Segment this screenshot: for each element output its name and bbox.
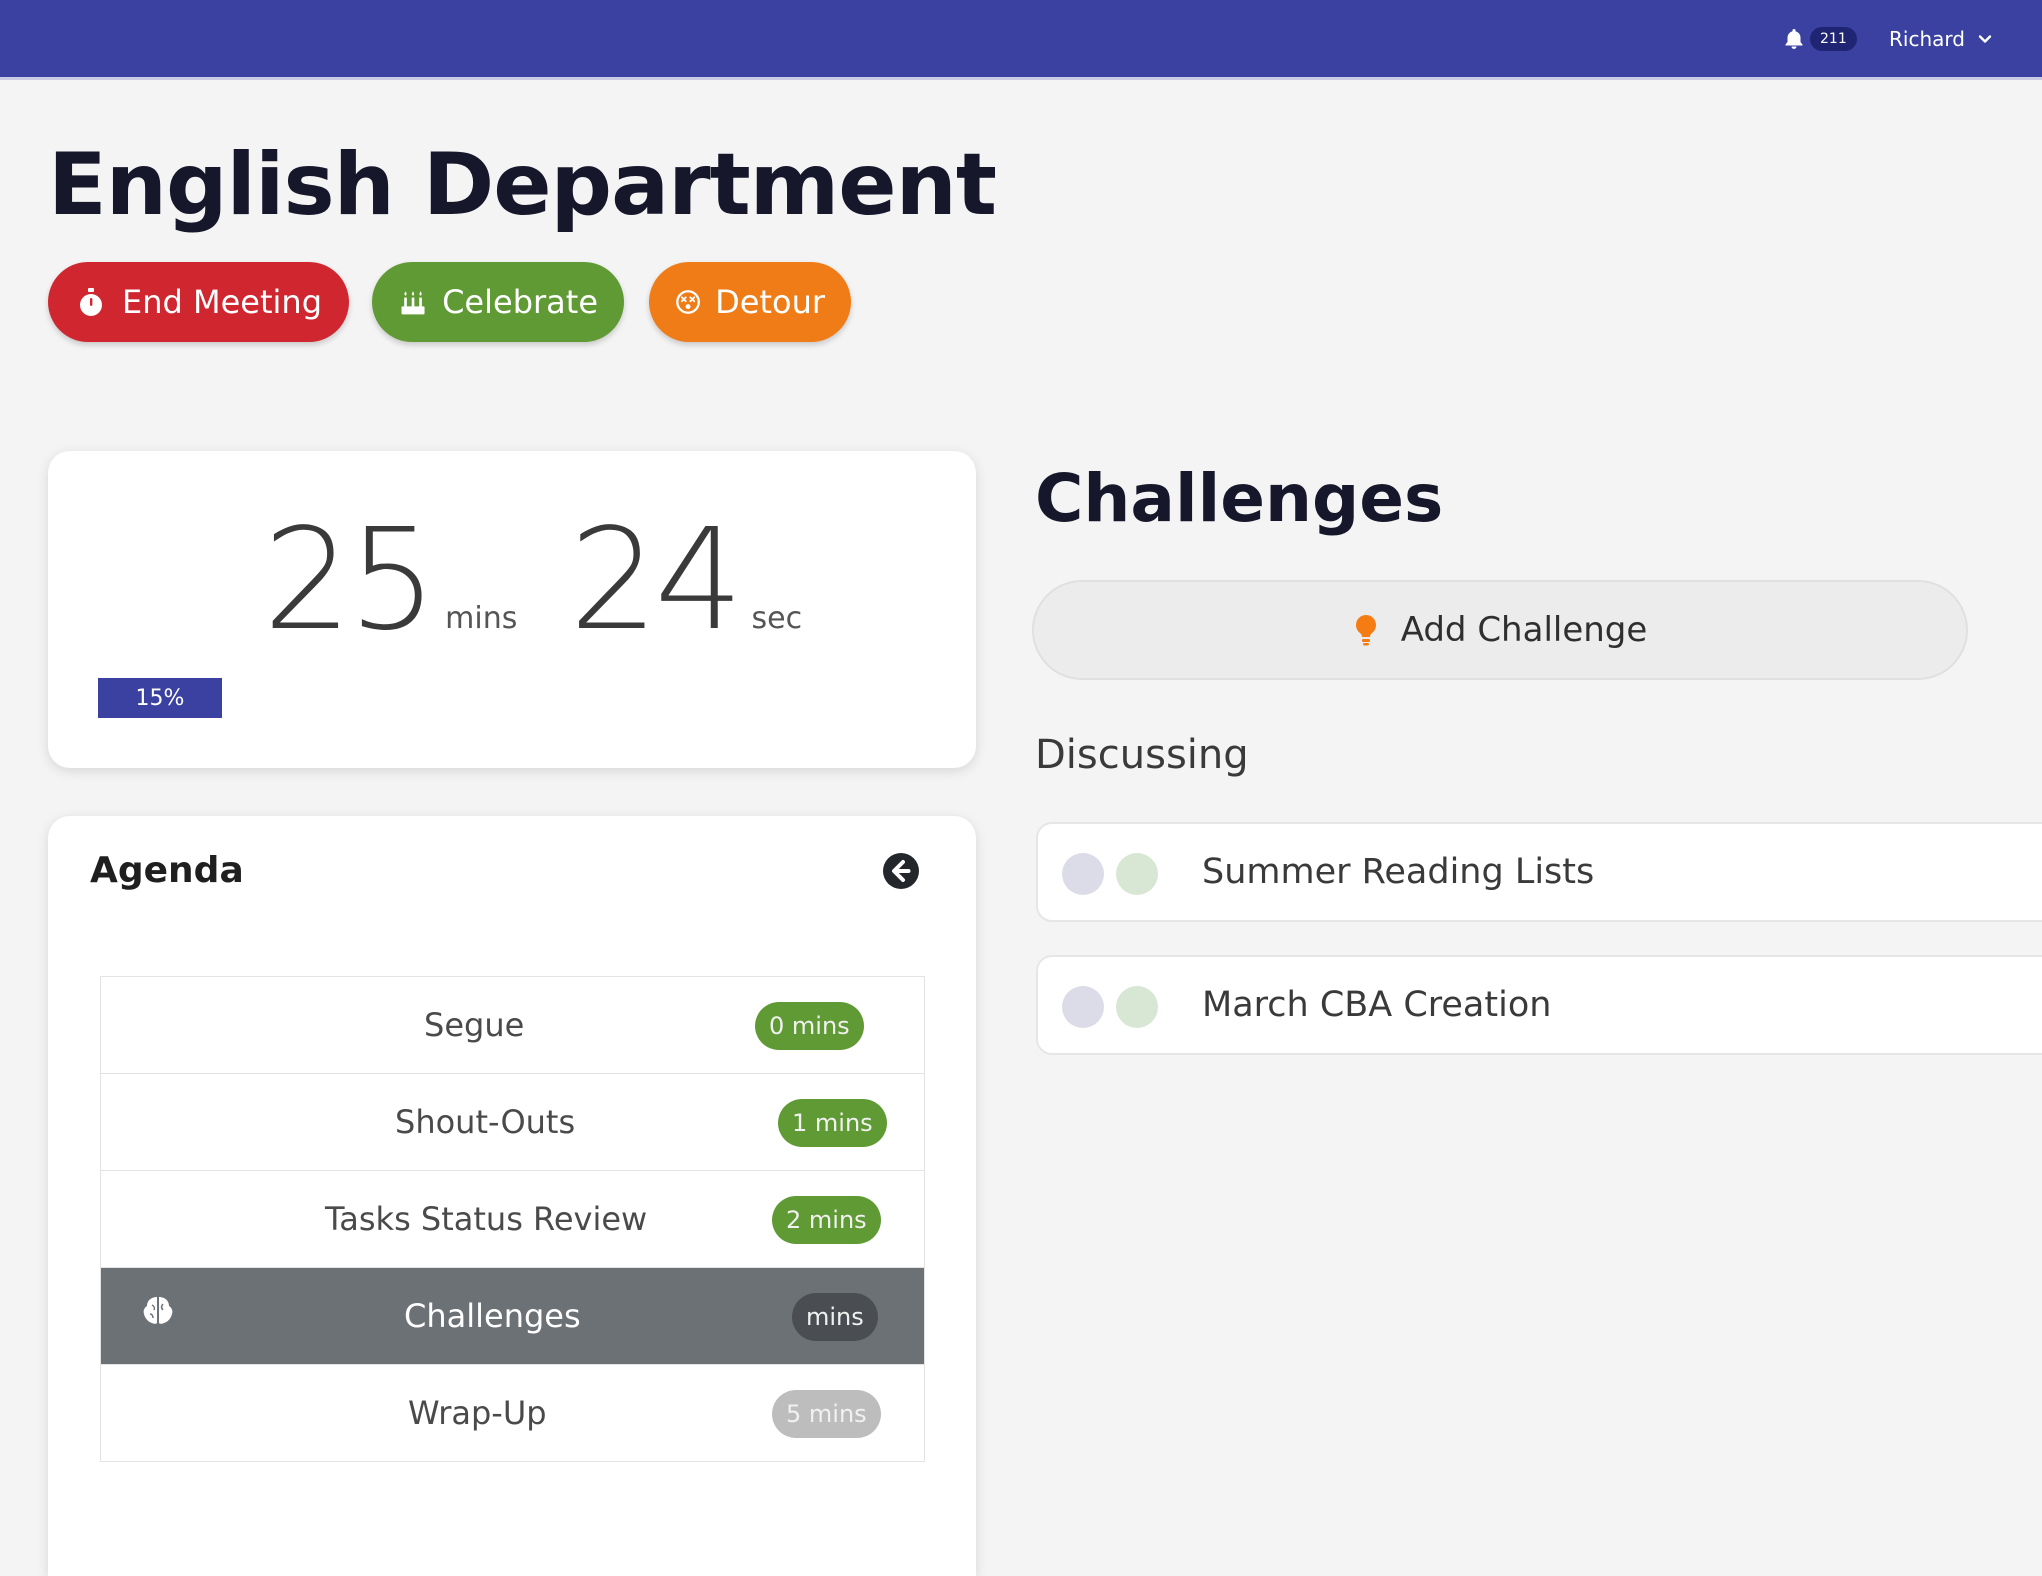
user-name: Richard xyxy=(1889,27,1965,51)
agenda-item-segue[interactable]: Segue 0 mins xyxy=(101,977,924,1074)
end-meeting-button[interactable]: End Meeting xyxy=(48,262,349,342)
agenda-item-tasks-status-review[interactable]: Tasks Status Review 2 mins xyxy=(101,1171,924,1268)
duration-badge: 5 mins xyxy=(772,1390,881,1438)
chevron-down-icon xyxy=(1978,35,1992,43)
notification-count-badge: 211 xyxy=(1810,27,1857,51)
agenda-item-label: Segue xyxy=(424,1006,525,1044)
agenda-item-shout-outs[interactable]: Shout-Outs 1 mins xyxy=(101,1074,924,1171)
agenda-item-wrap-up[interactable]: Wrap-Up 5 mins xyxy=(101,1365,924,1462)
detour-button[interactable]: Detour xyxy=(649,262,851,342)
status-dot xyxy=(1116,853,1158,895)
arrow-left-circle-icon[interactable] xyxy=(882,852,920,890)
duration-badge: mins xyxy=(792,1293,878,1341)
discussing-heading: Discussing xyxy=(1035,732,1249,778)
agenda-item-label: Challenges xyxy=(404,1297,581,1335)
progress-label: 15% xyxy=(135,685,185,711)
user-menu[interactable]: Richard xyxy=(1889,20,1993,58)
add-challenge-label: Add Challenge xyxy=(1400,610,1648,650)
status-dot xyxy=(1062,986,1104,1028)
meeting-timer: 25 mins 24 sec xyxy=(263,511,854,651)
timer-minutes-unit: mins xyxy=(445,601,518,636)
celebrate-button[interactable]: Celebrate xyxy=(372,262,624,342)
duration-badge: 1 mins xyxy=(778,1099,887,1147)
status-dot xyxy=(1062,853,1104,895)
timer-seconds-unit: sec xyxy=(751,601,803,636)
challenge-item-label: March CBA Creation xyxy=(1202,985,1552,1025)
challenges-title: Challenges xyxy=(1035,460,1444,537)
dizzy-face-icon xyxy=(676,290,700,314)
celebrate-label: Celebrate xyxy=(442,283,598,321)
challenge-item[interactable]: March CBA Creation xyxy=(1036,955,2042,1055)
agenda-item-label: Wrap-Up xyxy=(408,1394,547,1432)
challenge-item-label: Summer Reading Lists xyxy=(1202,852,1595,892)
end-meeting-label: End Meeting xyxy=(122,283,322,321)
timer-minutes: 25 xyxy=(263,499,437,662)
agenda-item-challenges[interactable]: Challenges mins xyxy=(101,1268,924,1365)
status-dot xyxy=(1116,986,1158,1028)
duration-badge: 0 mins xyxy=(755,1002,864,1050)
brain-icon xyxy=(143,1297,173,1324)
notifications-button[interactable]: 211 xyxy=(1782,20,1857,58)
agenda-panel: Agenda Segue 0 mins Shout-Outs 1 mins Ta… xyxy=(48,816,976,1576)
add-challenge-button[interactable]: Add Challenge xyxy=(1032,580,1968,680)
agenda-title: Agenda xyxy=(90,850,244,891)
agenda-item-label: Shout-Outs xyxy=(395,1103,576,1141)
timer-seconds: 24 xyxy=(569,499,743,662)
meeting-timer-card: 25 mins 24 sec 15% xyxy=(48,451,976,768)
bell-icon xyxy=(1785,29,1803,49)
agenda-item-label: Tasks Status Review xyxy=(325,1200,648,1238)
duration-badge: 2 mins xyxy=(772,1196,881,1244)
stopwatch-icon xyxy=(80,288,102,316)
agenda-list: Segue 0 mins Shout-Outs 1 mins Tasks Sta… xyxy=(100,976,925,1462)
detour-label: Detour xyxy=(715,283,825,321)
top-navigation-bar: 211 Richard xyxy=(0,0,2042,80)
page-title: English Department xyxy=(48,135,997,235)
challenge-item[interactable]: Summer Reading Lists xyxy=(1036,822,2042,922)
birthday-cake-icon xyxy=(401,291,425,315)
meeting-progress-bar: 15% xyxy=(98,678,222,718)
lightbulb-icon xyxy=(1355,615,1376,646)
